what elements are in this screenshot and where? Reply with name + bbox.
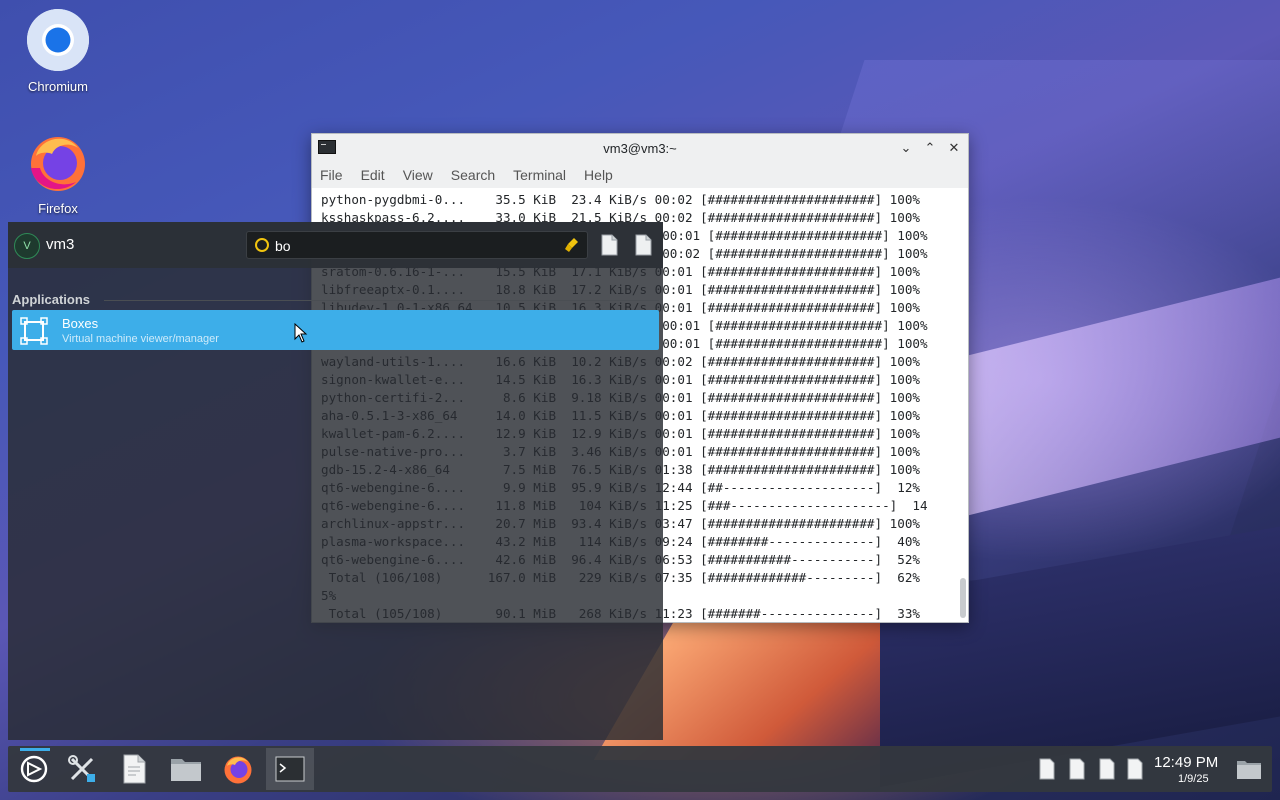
- tray-document-icon[interactable]: [1038, 758, 1056, 780]
- search-field[interactable]: [246, 231, 588, 259]
- terminal-menubar: File Edit View Search Terminal Help: [312, 162, 968, 188]
- firefox-icon: [31, 137, 85, 191]
- result-name: Boxes: [62, 316, 99, 331]
- document-icon[interactable]: [599, 234, 619, 256]
- search-input[interactable]: [275, 236, 545, 256]
- folder-icon: [171, 759, 201, 781]
- tray-document-icon[interactable]: [1098, 758, 1116, 780]
- application-launcher-popup: V vm3 Applications Boxes Vir: [8, 222, 663, 740]
- terminal-scrollbar[interactable]: [958, 190, 966, 620]
- close-button[interactable]: ✕: [946, 138, 962, 158]
- mouse-cursor-icon: [294, 323, 308, 343]
- taskbar-terminal[interactable]: [266, 748, 314, 790]
- terminal-line: python-pygdbmi-0... 35.5 KiB 23.4 KiB/s …: [321, 192, 920, 207]
- minimize-button[interactable]: ⌄: [898, 138, 914, 158]
- result-description: Virtual machine viewer/manager: [62, 333, 219, 345]
- section-heading: Applications: [12, 292, 91, 307]
- launcher-header: V vm3: [8, 222, 663, 268]
- desktop-icon-firefox[interactable]: Firefox: [8, 130, 108, 216]
- scrollbar-thumb[interactable]: [960, 578, 966, 618]
- taskbar-system-settings[interactable]: [58, 748, 106, 790]
- desktop-icon-label: Chromium: [28, 79, 88, 94]
- terminal-icon: [275, 756, 305, 782]
- settings-tools-icon: [68, 755, 95, 782]
- user-name: vm3: [46, 236, 75, 253]
- menu-terminal[interactable]: Terminal: [513, 167, 566, 183]
- taskbar-firefox[interactable]: [214, 748, 262, 790]
- search-result-item[interactable]: Boxes Virtual machine viewer/manager: [12, 310, 659, 350]
- clear-search-icon[interactable]: [565, 237, 579, 253]
- menu-help[interactable]: Help: [584, 167, 613, 183]
- tray-document-icon[interactable]: [1068, 758, 1086, 780]
- menu-view[interactable]: View: [403, 167, 433, 183]
- menu-search[interactable]: Search: [451, 167, 495, 183]
- document-icon[interactable]: [633, 234, 653, 256]
- text-editor-icon: [123, 754, 146, 784]
- clock-date[interactable]: 1/9/25: [1178, 773, 1209, 785]
- terminal-titlebar[interactable]: vm3@vm3:~ ⌄ ⌃ ✕: [312, 134, 968, 162]
- desktop-icon-chromium[interactable]: Chromium: [8, 8, 108, 94]
- search-icon: [255, 238, 269, 252]
- application-launcher-button[interactable]: [10, 748, 58, 790]
- menu-file[interactable]: File: [320, 167, 343, 183]
- avatar[interactable]: V: [14, 233, 40, 259]
- firefox-icon: [224, 756, 252, 784]
- boxes-icon: [20, 317, 48, 345]
- maximize-button[interactable]: ⌃: [922, 138, 938, 158]
- show-desktop-icon[interactable]: [1236, 758, 1262, 780]
- tray-document-icon[interactable]: [1126, 758, 1144, 780]
- desktop-icon-label: Firefox: [38, 201, 78, 216]
- active-indicator: [20, 748, 50, 751]
- terminal-icon: [318, 140, 336, 154]
- clock-time[interactable]: 12:49 PM: [1154, 754, 1218, 771]
- chromium-icon: [27, 9, 89, 71]
- taskbar: 12:49 PM 1/9/25: [8, 746, 1272, 792]
- window-title: vm3@vm3:~: [603, 140, 677, 156]
- section-divider: [104, 300, 659, 301]
- taskbar-text-editor[interactable]: [110, 748, 158, 790]
- launcher-icon: [20, 755, 48, 783]
- taskbar-file-manager[interactable]: [162, 748, 210, 790]
- menu-edit[interactable]: Edit: [361, 167, 385, 183]
